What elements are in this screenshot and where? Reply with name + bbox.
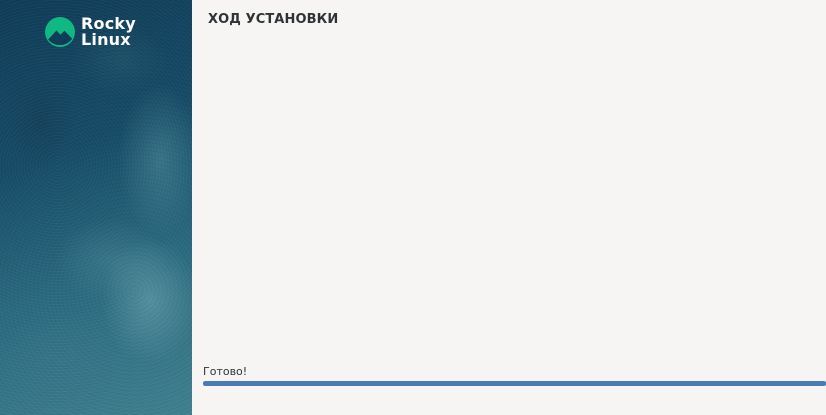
- logo-line-2: Linux: [81, 30, 131, 49]
- sidebar-background-texture: [0, 0, 192, 415]
- rocky-linux-logo-icon: [45, 17, 75, 47]
- logo-wordmark: Rocky Linux: [81, 16, 136, 48]
- main-content: ХОД УСТАНОВКИ Готово!: [192, 0, 826, 415]
- progress-bar: [203, 381, 826, 386]
- page-title: ХОД УСТАНОВКИ: [208, 12, 339, 27]
- installer-window: Rocky Linux ХОД УСТАНОВКИ Готово!: [0, 0, 826, 415]
- status-text: Готово!: [203, 365, 248, 378]
- progress-fill: [203, 381, 826, 386]
- sidebar: Rocky Linux: [0, 0, 192, 415]
- rocky-linux-logo: Rocky Linux: [45, 16, 136, 48]
